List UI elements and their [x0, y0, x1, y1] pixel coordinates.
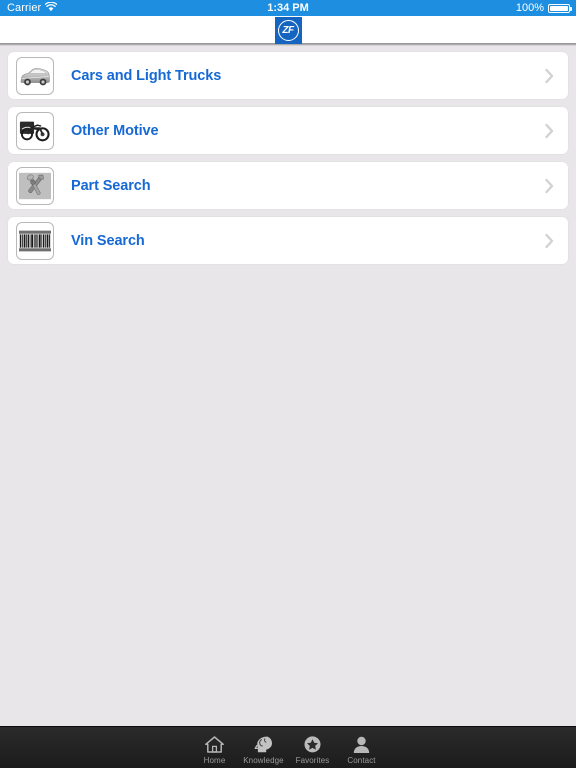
list-item-vin-search[interactable]: Vin Search — [8, 217, 568, 264]
tab-label: Home — [203, 755, 226, 765]
tab-bar: Home Knowledge Favorites Contact — [0, 726, 576, 768]
status-bar-right: 100% — [515, 2, 572, 14]
head-brain-icon — [253, 734, 274, 756]
wrench-tools-icon — [16, 166, 54, 205]
tab-home[interactable]: Home — [190, 731, 239, 765]
list-item-label: Part Search — [71, 177, 151, 194]
list-item-part-search[interactable]: Part Search — [8, 162, 568, 209]
tab-label: Knowledge — [243, 755, 284, 765]
navigation-bar-shadow — [0, 44, 576, 46]
home-icon — [204, 734, 225, 756]
tab-favorites[interactable]: Favorites — [288, 731, 337, 765]
navigation-bar: ZF — [0, 16, 576, 44]
battery-full-icon — [548, 3, 572, 13]
main-content: Cars and Light Trucks Other Motive Part … — [0, 45, 576, 726]
barcode-icon — [16, 221, 54, 260]
battery-percent-label: 100% — [515, 2, 544, 14]
zf-logo-icon: ZF — [274, 17, 302, 44]
chevron-right-icon — [545, 123, 554, 138]
list-item-label: Vin Search — [71, 232, 145, 249]
zf-logo-label: ZF — [282, 24, 294, 36]
tab-contact[interactable]: Contact — [337, 731, 386, 765]
status-bar: Carrier 1:34 PM 100% — [0, 0, 576, 16]
status-bar-clock: 1:34 PM — [267, 2, 309, 14]
list-item-other-motive[interactable]: Other Motive — [8, 107, 568, 154]
tab-knowledge[interactable]: Knowledge — [239, 731, 288, 765]
chevron-right-icon — [545, 233, 554, 248]
chevron-right-icon — [545, 178, 554, 193]
tab-bar-items: Home Knowledge Favorites Contact — [190, 731, 386, 765]
star-circle-icon — [302, 734, 323, 756]
chevron-right-icon — [545, 68, 554, 83]
list-item-cars-and-light-trucks[interactable]: Cars and Light Trucks — [8, 52, 568, 99]
list-item-label: Other Motive — [71, 122, 159, 139]
car-icon — [16, 56, 54, 95]
list-item-label: Cars and Light Trucks — [71, 67, 222, 84]
tab-label: Favorites — [295, 755, 330, 765]
tab-label: Contact — [347, 755, 376, 765]
motorcycle-icon — [16, 111, 54, 150]
menu-list: Cars and Light Trucks Other Motive Part … — [0, 45, 576, 264]
person-icon — [351, 734, 372, 756]
